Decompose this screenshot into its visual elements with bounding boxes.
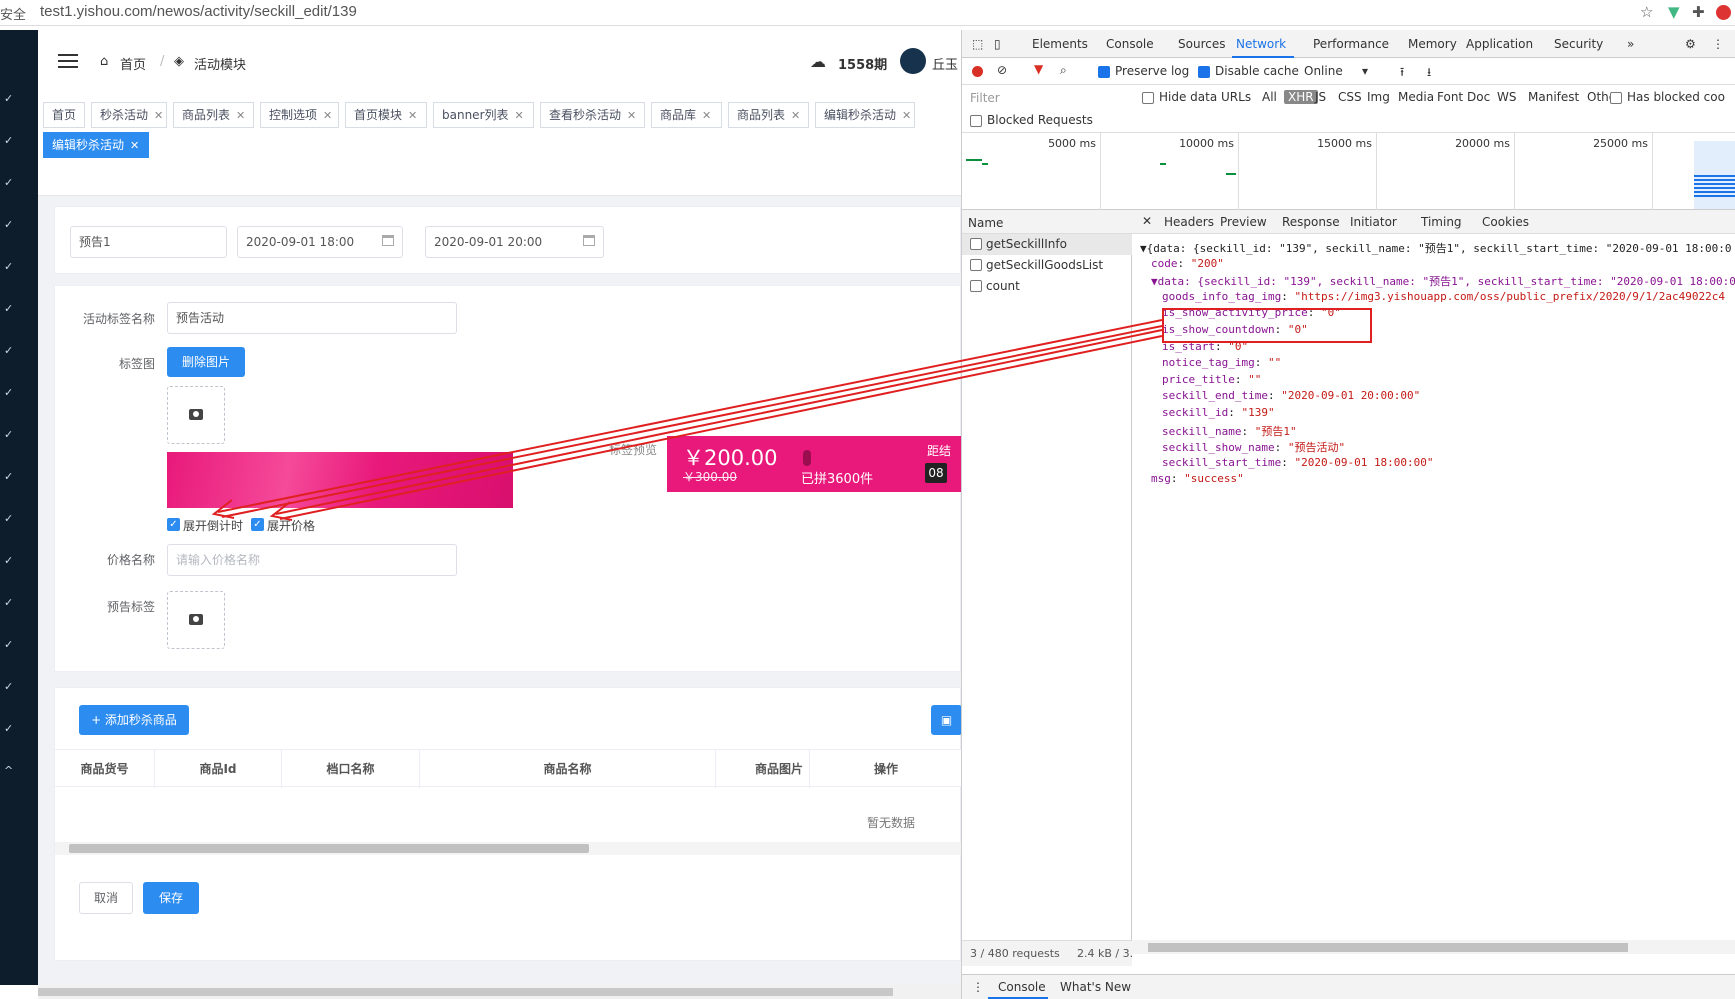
arrow-line (279, 335, 1163, 520)
arrow-line (221, 325, 1163, 518)
arrow-line (217, 319, 1163, 513)
arrow-line (275, 329, 1163, 515)
annotation-arrows (211, 319, 1163, 521)
